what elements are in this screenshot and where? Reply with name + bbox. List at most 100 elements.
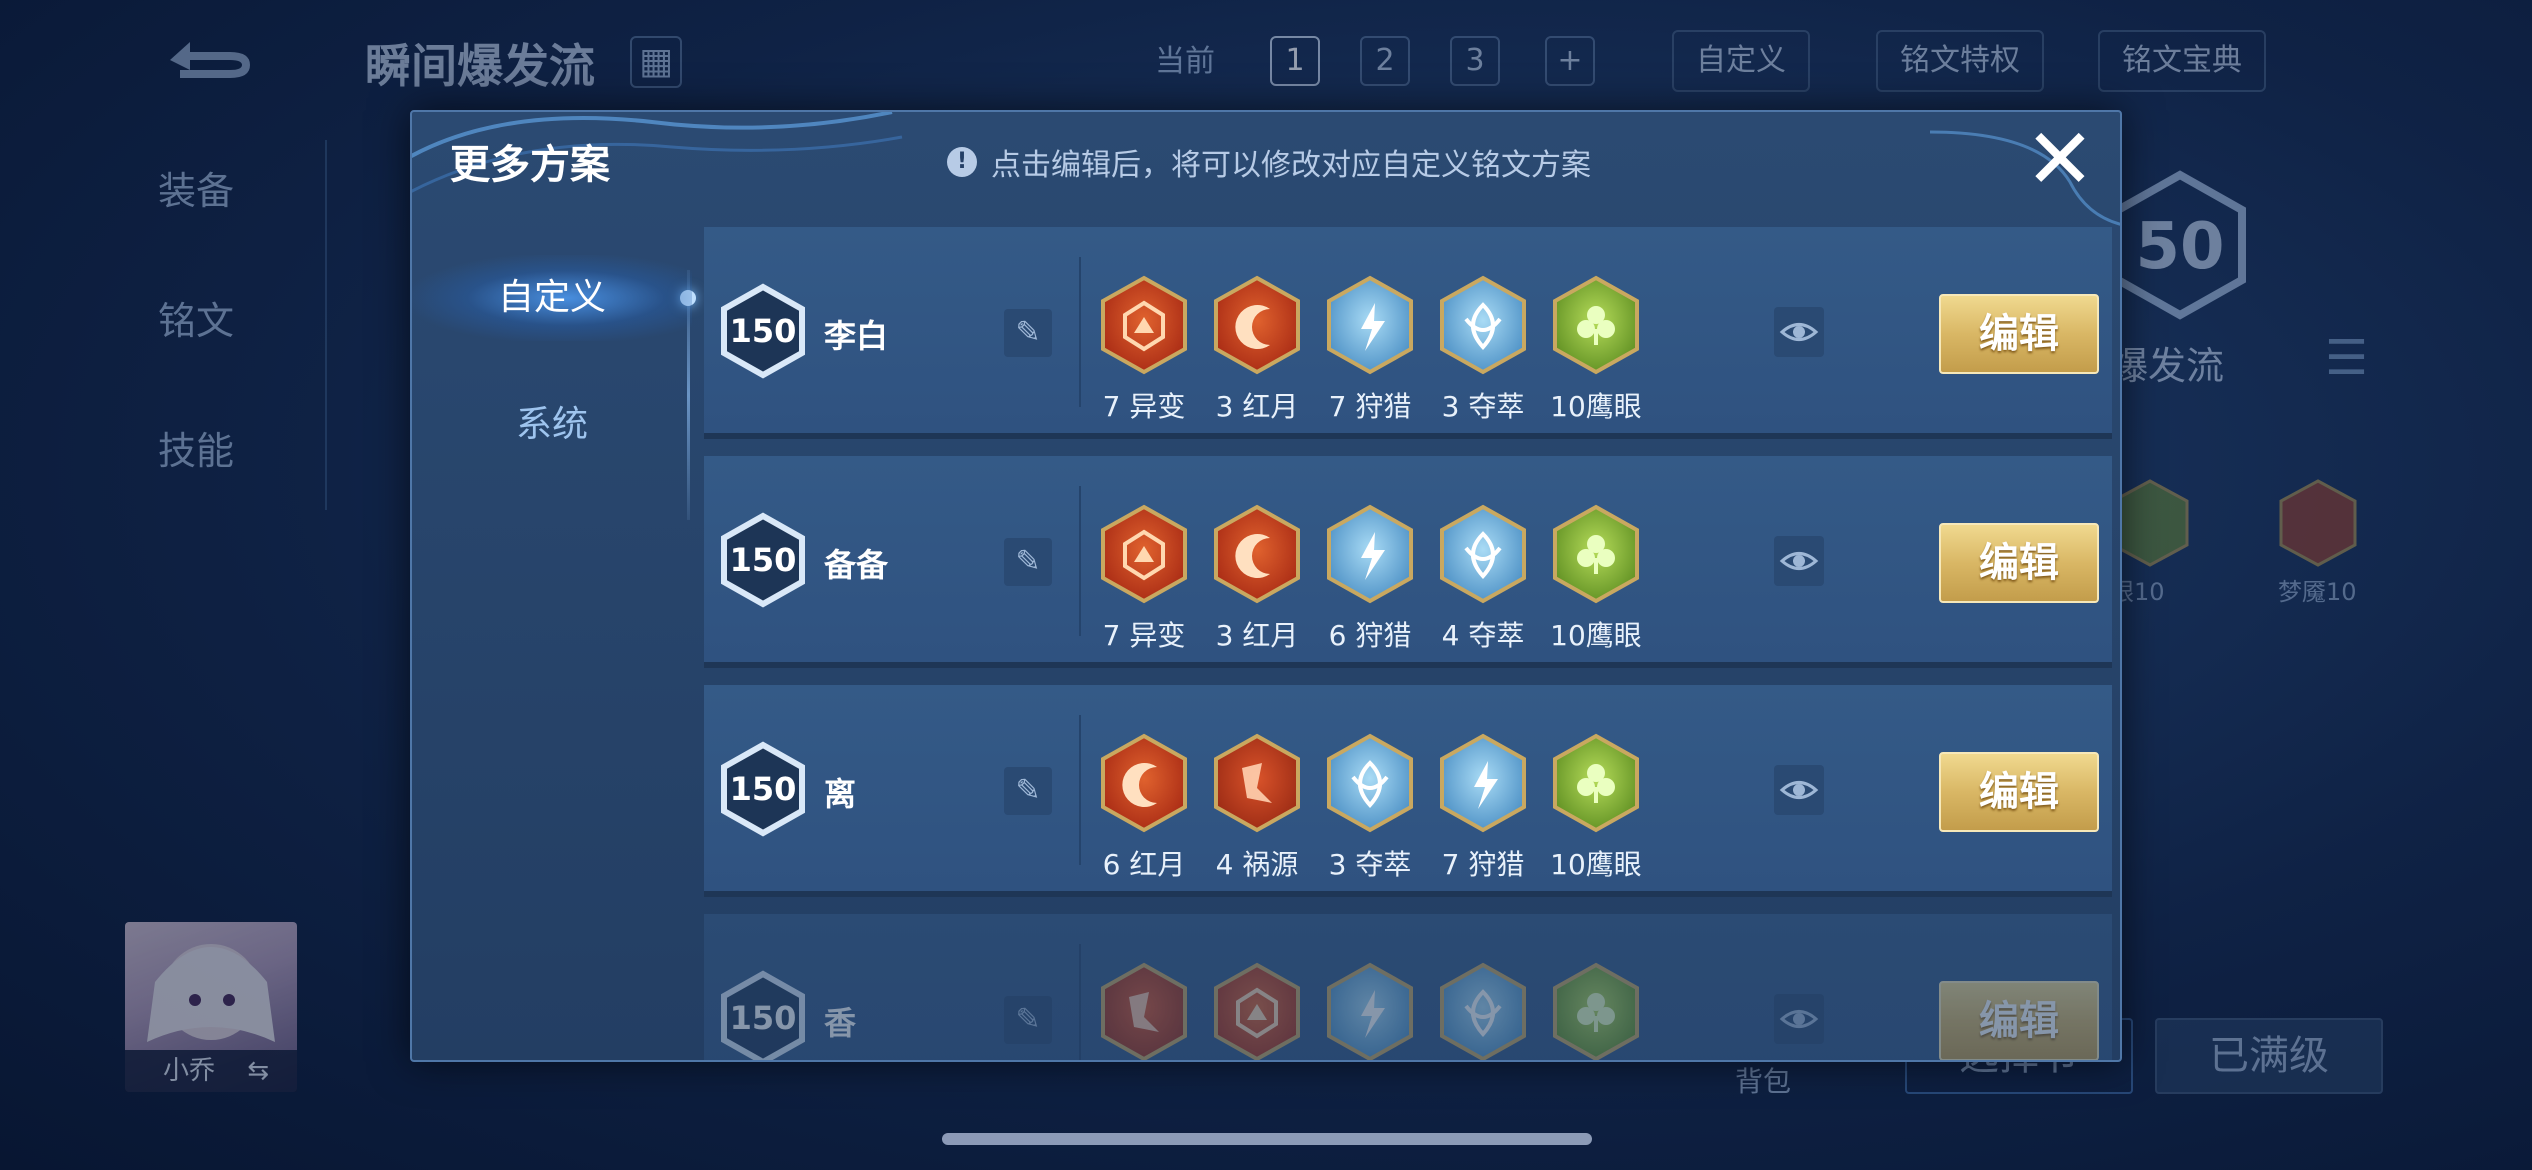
scheme-name: 李白 bbox=[824, 317, 889, 355]
bg-rune-label: 梦魇10 bbox=[2278, 578, 2357, 606]
back-arrow-icon[interactable] bbox=[150, 30, 260, 90]
maxed-button: 已满级 bbox=[2155, 1018, 2383, 1094]
scheme-row: 150 香 ✎ 编辑 bbox=[704, 914, 2112, 1060]
rune-blue-knot-icon bbox=[1327, 733, 1413, 833]
current-label: 当前 bbox=[1155, 44, 1215, 79]
scheme-row: 150 离 ✎ 6 红月 4 祸源 3 夺萃 7 狩猎 10鹰眼 编辑 bbox=[704, 685, 2112, 897]
scheme-level: 150 bbox=[729, 999, 797, 1037]
rune-label: 3 夺萃 bbox=[1441, 390, 1525, 423]
rune-red-shield-icon bbox=[1214, 962, 1300, 1060]
rune-label: 10鹰眼 bbox=[1550, 619, 1642, 652]
rune-label: 7 狩猎 bbox=[1328, 390, 1412, 423]
side-tab-equipment[interactable]: 装备 bbox=[158, 160, 234, 215]
modal-title: 更多方案 bbox=[450, 142, 610, 188]
bg-scheme-name: 爆发流 bbox=[2110, 344, 2225, 388]
rename-pencil-icon[interactable]: ✎ bbox=[1004, 309, 1052, 357]
rune-blue-bolt-icon bbox=[1327, 962, 1413, 1060]
rename-pencil-icon[interactable]: ✎ bbox=[1004, 538, 1052, 586]
scheme-list[interactable]: 150 李白 ✎ 7 异变 3 红月 7 狩猎 3 夺萃 10鹰眼 编辑 150 备备 ✎ 7 异变 3 … bbox=[704, 227, 2112, 1060]
preview-eye-icon[interactable] bbox=[1774, 307, 1824, 357]
page-1-button[interactable]: 1 bbox=[1270, 36, 1320, 86]
preview-eye-icon[interactable] bbox=[1774, 765, 1824, 815]
grid-icon[interactable]: ▦ bbox=[630, 36, 682, 88]
scheme-name: 备备 bbox=[824, 546, 889, 584]
swap-icon: ⇆ bbox=[247, 1056, 270, 1086]
rune-label: 10鹰眼 bbox=[1550, 390, 1642, 423]
hint-text: 点击编辑后，将可以修改对应自定义铭文方案 bbox=[991, 148, 1591, 183]
close-icon[interactable]: ✕ bbox=[2022, 117, 2098, 201]
rune-blue-bolt-icon bbox=[1327, 275, 1413, 375]
edit-button[interactable]: 编辑 bbox=[1939, 752, 2099, 832]
page-3-button[interactable]: 3 bbox=[1450, 36, 1500, 86]
rune-label: 7 狩猎 bbox=[1441, 848, 1525, 881]
scheme-name: 香 bbox=[824, 1004, 857, 1042]
rune-red-moon-icon bbox=[1101, 733, 1187, 833]
hero-name[interactable]: 小乔 ⇆ bbox=[125, 1050, 297, 1092]
preview-eye-icon[interactable] bbox=[1774, 536, 1824, 586]
rune-green-clover-icon bbox=[1553, 733, 1639, 833]
rune-label: 3 红月 bbox=[1215, 390, 1299, 423]
rune-red-shield-icon bbox=[1101, 504, 1187, 604]
codex-label: 铭文宝典 bbox=[2122, 43, 2242, 78]
hint-text-row: ! 点击编辑后，将可以修改对应自定义铭文方案 bbox=[947, 140, 1591, 184]
scheme-row: 150 李白 ✎ 7 异变 3 红月 7 狩猎 3 夺萃 10鹰眼 编辑 bbox=[704, 227, 2112, 439]
rune-red-moon-icon bbox=[1214, 275, 1300, 375]
side-divider bbox=[325, 140, 327, 510]
rune-label: 7 异变 bbox=[1102, 619, 1186, 652]
bg-rune-green-icon bbox=[2111, 479, 2189, 567]
rune-green-clover-icon bbox=[1553, 504, 1639, 604]
custom-tab-button[interactable]: 自定义 bbox=[1672, 30, 1810, 92]
page-title: 瞬间爆发流 bbox=[365, 39, 595, 93]
rune-label: 6 红月 bbox=[1102, 848, 1186, 881]
bg-level-badge: 50 bbox=[2110, 170, 2250, 320]
row-divider bbox=[1079, 715, 1081, 865]
rune-label: 4 夺萃 bbox=[1441, 619, 1525, 652]
preview-eye-icon[interactable] bbox=[1774, 994, 1824, 1044]
rune-label: 10鹰眼 bbox=[1550, 848, 1642, 881]
rune-red-shard-icon bbox=[1101, 962, 1187, 1060]
more-schemes-modal: 更多方案 ! 点击编辑后，将可以修改对应自定义铭文方案 ✕ 自定义 系统 150… bbox=[410, 110, 2122, 1062]
rune-green-clover-icon bbox=[1553, 275, 1639, 375]
rune-red-shield-icon bbox=[1101, 275, 1187, 375]
add-page-button[interactable]: + bbox=[1545, 36, 1595, 86]
rename-pencil-icon[interactable]: ✎ bbox=[1004, 767, 1052, 815]
scheme-level: 150 bbox=[729, 312, 797, 350]
scheme-level: 150 bbox=[729, 770, 797, 808]
rune-label: 4 祸源 bbox=[1215, 848, 1299, 881]
rune-green-clover-icon bbox=[1553, 962, 1639, 1060]
codex-button[interactable]: 铭文宝典 bbox=[2098, 30, 2266, 92]
bag-label[interactable]: 背包 bbox=[1735, 1060, 1791, 1100]
home-indicator[interactable] bbox=[942, 1133, 1592, 1145]
rune-blue-bolt-icon bbox=[1440, 733, 1526, 833]
row-divider bbox=[1079, 944, 1081, 1060]
rune-red-moon-icon bbox=[1214, 504, 1300, 604]
scheme-level: 150 bbox=[729, 541, 797, 579]
info-icon: ! bbox=[947, 147, 977, 177]
rune-blue-bolt-icon bbox=[1327, 504, 1413, 604]
row-divider bbox=[1079, 257, 1081, 407]
scheme-row: 150 备备 ✎ 7 异变 3 红月 6 狩猎 4 夺萃 10鹰眼 编辑 bbox=[704, 456, 2112, 668]
row-divider bbox=[1079, 486, 1081, 636]
edit-button[interactable]: 编辑 bbox=[1939, 294, 2099, 374]
privilege-button[interactable]: 铭文特权 bbox=[1876, 30, 2044, 92]
page-2-button[interactable]: 2 bbox=[1360, 36, 1410, 86]
scheme-category-nav: 自定义 系统 bbox=[412, 250, 696, 1060]
tab-system[interactable]: 系统 bbox=[412, 382, 692, 468]
rune-label: 7 异变 bbox=[1102, 390, 1186, 423]
tab-custom[interactable]: 自定义 bbox=[412, 255, 692, 341]
rune-red-shard-icon bbox=[1214, 733, 1300, 833]
rune-blue-knot-icon bbox=[1440, 962, 1526, 1060]
edit-button[interactable]: 编辑 bbox=[1939, 523, 2099, 603]
rune-label: 6 狩猎 bbox=[1328, 619, 1412, 652]
rune-label: 3 夺萃 bbox=[1328, 848, 1412, 881]
privilege-label: 铭文特权 bbox=[1900, 43, 2020, 78]
side-tab-runes[interactable]: 铭文 bbox=[158, 290, 234, 345]
menu-icon[interactable]: ☰ bbox=[2325, 330, 2375, 390]
edit-button[interactable]: 编辑 bbox=[1939, 981, 2099, 1060]
bg-rune-red-icon bbox=[2279, 479, 2357, 567]
scheme-name: 离 bbox=[824, 775, 857, 813]
rune-label: 3 红月 bbox=[1215, 619, 1299, 652]
rune-blue-knot-icon bbox=[1440, 504, 1526, 604]
rename-pencil-icon[interactable]: ✎ bbox=[1004, 996, 1052, 1044]
side-tab-skills[interactable]: 技能 bbox=[158, 420, 234, 475]
